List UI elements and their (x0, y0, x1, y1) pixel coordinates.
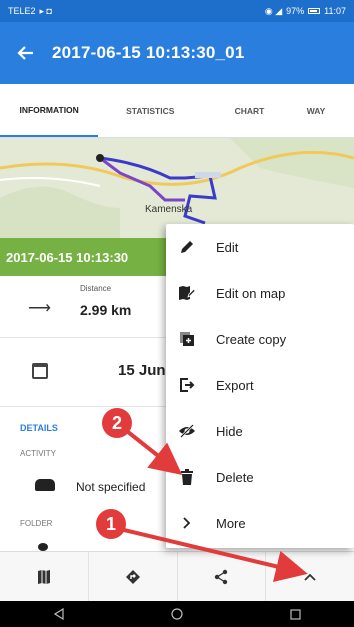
tab-information[interactable]: INFORMATION (0, 84, 99, 137)
distance-value: 2.99 km (80, 302, 132, 318)
menu-item-edit-on-map[interactable]: Edit on map (166, 270, 354, 316)
nav-back-button[interactable] (39, 601, 79, 627)
track-map[interactable]: Kamenska (0, 138, 354, 238)
chevron-right-icon (166, 517, 208, 529)
menu-item-label: Delete (216, 469, 254, 485)
menu-item-label: Export (216, 377, 254, 393)
battery-percent: 97% (286, 6, 305, 16)
menu-item-create-copy[interactable]: Create copy (166, 316, 354, 362)
menu-item-label: More (216, 515, 246, 531)
nav-recents-button[interactable] (275, 601, 315, 627)
distance-label: Distance (80, 284, 112, 293)
menu-item-edit[interactable]: Edit (166, 224, 354, 270)
back-button[interactable] (0, 22, 52, 84)
menu-item-delete[interactable]: Delete (166, 454, 354, 500)
export-icon (166, 377, 208, 393)
chevron-up-icon (304, 573, 316, 581)
map-button[interactable] (0, 552, 89, 601)
activity-value[interactable]: Not specified (76, 480, 145, 494)
annotation-badge-2: 2 (102, 408, 132, 438)
map-icon (37, 569, 50, 584)
calendar-icon (32, 363, 48, 379)
menu-item-export[interactable]: Export (166, 362, 354, 408)
arrow-left-icon (17, 46, 33, 60)
tab-way[interactable]: WAY (297, 84, 354, 137)
annotation-badge-1: 1 (96, 509, 126, 539)
notification-icon: ▸ ◘ (39, 5, 52, 16)
pencil-icon (166, 239, 208, 255)
track-title: 2017-06-15 10:13:30 (6, 249, 129, 265)
signal-icon: ◉ ◢ (264, 5, 283, 16)
menu-item-label: Edit (216, 239, 239, 255)
navigate-button[interactable] (89, 552, 178, 601)
bottom-toolbar (0, 551, 354, 601)
copy-icon (166, 331, 208, 347)
menu-item-more[interactable]: More (166, 500, 354, 546)
page-title: 2017-06-15 10:13:30_01 (52, 43, 245, 62)
nav-back-icon (54, 608, 64, 620)
app-bar: 2017-06-15 10:13:30_01 (0, 22, 354, 84)
edit-map-icon (166, 285, 208, 301)
tab-bar: INFORMATION STATISTICS CHART WAY (0, 84, 354, 138)
share-icon (215, 569, 228, 584)
activity-icon (35, 479, 55, 491)
more-menu-button[interactable] (266, 552, 354, 601)
track-options-menu: Edit Edit on map Create copy Export Hide… (166, 224, 354, 548)
battery-icon (308, 8, 321, 14)
android-nav-bar (0, 601, 354, 627)
nav-home-icon (171, 608, 183, 620)
hide-icon (166, 424, 208, 438)
date-value: 15 Jun (118, 362, 166, 379)
map-town-label: Kamenska (145, 204, 193, 215)
map-graphic (0, 138, 354, 238)
tab-chart[interactable]: CHART (202, 84, 297, 137)
nav-home-button[interactable] (157, 601, 197, 627)
menu-item-label: Edit on map (216, 285, 286, 301)
activity-label: ACTIVITY (20, 449, 57, 458)
folder-icon (38, 543, 48, 551)
menu-item-hide[interactable]: Hide (166, 408, 354, 454)
navigate-icon (125, 569, 140, 584)
details-heading: DETAILS (20, 423, 58, 433)
status-bar: TELE2 ▸ ◘ ◉ ◢ 97% 11:07 (0, 0, 354, 22)
clock: 11:07 (324, 6, 346, 16)
distance-arrow-icon: ⟶ (28, 300, 51, 317)
nav-recents-icon (289, 608, 301, 620)
share-button[interactable] (178, 552, 267, 601)
carrier-label: TELE2 (8, 6, 36, 16)
menu-item-label: Create copy (216, 331, 287, 347)
folder-label: FOLDER (20, 519, 53, 528)
menu-item-label: Hide (216, 423, 243, 439)
trash-icon (166, 469, 208, 485)
tab-statistics[interactable]: STATISTICS (98, 84, 202, 137)
